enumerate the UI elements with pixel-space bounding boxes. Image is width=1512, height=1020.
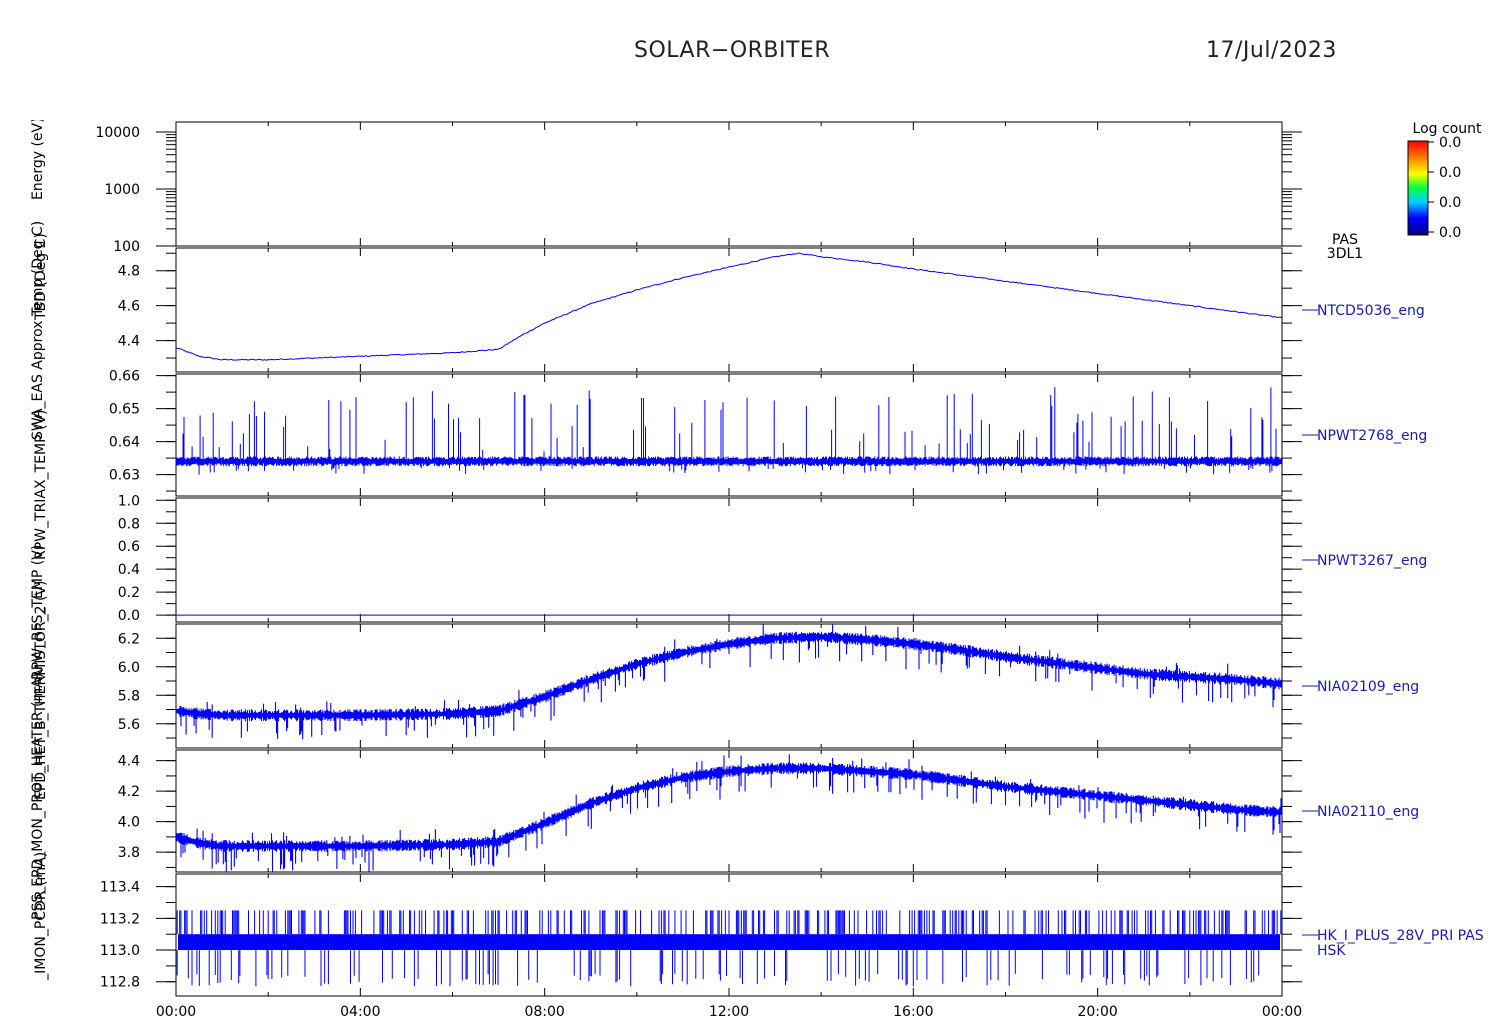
y-tick-label: 0.66 <box>109 369 140 385</box>
panel-label: 3DL1 <box>1327 246 1363 262</box>
y-tick-label: 0.0 <box>118 608 140 624</box>
y-tick-label: 1.0 <box>118 493 140 509</box>
y-tick-label: 4.4 <box>118 334 140 350</box>
y-tick-label: 6.2 <box>118 631 140 647</box>
y-tick-label: 4.4 <box>118 754 140 770</box>
colorbar-tick-label: 0.0 <box>1439 195 1461 211</box>
panel-5 <box>156 623 1318 749</box>
x-tick-label: 00:00 <box>156 1004 196 1020</box>
colorbar-scale <box>1407 140 1429 236</box>
y-tick-label: 113.0 <box>100 943 140 959</box>
y-tick-label: 5.8 <box>118 688 140 704</box>
y-tick-label: 0.2 <box>118 585 140 601</box>
panel-4 <box>156 497 1318 623</box>
y-tick-label: 4.2 <box>118 784 140 800</box>
y-tick-label: 113.4 <box>100 880 140 896</box>
y-tick-label: 0.65 <box>109 402 140 418</box>
y-tick-label: 4.0 <box>118 815 140 831</box>
series-label: HK_I_PLUS_28V_PRI PAS <box>1317 928 1484 944</box>
series-label: NPWT2768_eng <box>1317 428 1427 444</box>
panel-3 <box>156 373 1318 497</box>
panel-frame <box>175 497 1283 623</box>
data-band <box>178 934 1280 950</box>
panel-1 <box>156 121 1302 247</box>
y-tick-label: 6.0 <box>118 660 140 676</box>
x-tick-label: 20:00 <box>1077 1004 1117 1020</box>
y-tick-label: 4.8 <box>118 264 140 280</box>
panel-frame <box>175 373 1283 497</box>
series-label: HSK <box>1317 943 1346 959</box>
colorbar <box>1407 140 1434 236</box>
y-tick-label: 0.63 <box>109 468 140 484</box>
data-line <box>175 252 1283 361</box>
y-tick-label: 0.8 <box>118 516 140 532</box>
y-tick-label: 100 <box>113 239 140 255</box>
data-band <box>175 624 1282 740</box>
data-spikes <box>175 387 1282 475</box>
x-tick-label: 16:00 <box>893 1004 933 1020</box>
series-label: NIA02110_eng <box>1317 804 1419 820</box>
panel-6 <box>156 749 1318 873</box>
panel-7 <box>156 873 1318 997</box>
x-tick-label: 12:00 <box>709 1004 749 1020</box>
series-label: NIA02109_eng <box>1317 679 1419 695</box>
y-tick-label: 0.64 <box>109 435 140 451</box>
y-tick-label: 0.6 <box>118 539 140 555</box>
panel-2 <box>156 247 1318 373</box>
panel-frame <box>175 121 1283 247</box>
y-tick-label: 1000 <box>104 182 140 198</box>
series-label: NPWT3267_eng <box>1317 553 1427 569</box>
x-tick-label: 04:00 <box>340 1004 380 1020</box>
y-tick-label: 112.8 <box>100 975 140 991</box>
y-tick-label: 3.8 <box>118 845 140 861</box>
colorbar-tick-label: 0.0 <box>1439 225 1461 241</box>
data-band <box>175 754 1282 873</box>
y-tick-label: 113.2 <box>100 911 140 927</box>
colorbar-tick-label: 0.0 <box>1439 165 1461 181</box>
colorbar-tick-label: 0.0 <box>1439 135 1461 151</box>
y-tick-label: 4.6 <box>118 299 140 315</box>
x-tick-label: 00:00 <box>1262 1004 1302 1020</box>
y-tick-label: 10000 <box>95 125 140 141</box>
multi-panel-chart: 100001000100 PAS3DL14.84.64.4NTCD5036_eng… <box>95 121 1484 1020</box>
x-tick-label: 08:00 <box>524 1004 564 1020</box>
series-label: NTCD5036_eng <box>1317 303 1425 319</box>
y-tick-label: 0.4 <box>118 562 140 578</box>
y-tick-label: 5.6 <box>118 717 140 733</box>
